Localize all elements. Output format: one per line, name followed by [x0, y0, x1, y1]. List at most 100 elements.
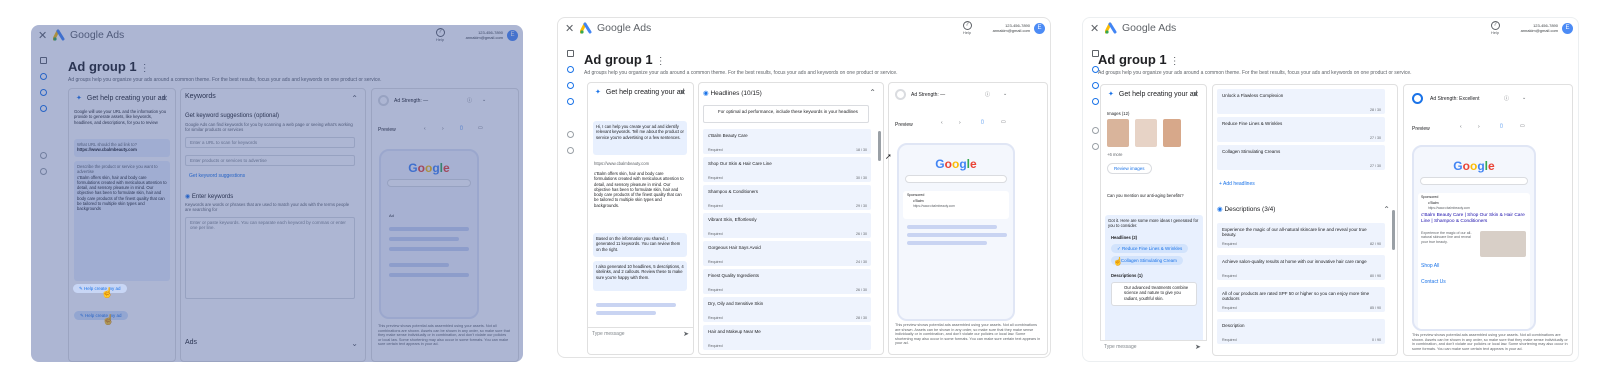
- prev-icon[interactable]: ‹: [1460, 124, 1462, 130]
- prev-icon[interactable]: ‹: [424, 126, 426, 132]
- chevron-down-icon[interactable]: ⌄: [1522, 95, 1526, 101]
- desktop-icon[interactable]: ▭: [1001, 119, 1006, 125]
- site-url: https://www.cbalmbeauty.com: [913, 204, 955, 208]
- send-icon[interactable]: ➤: [683, 330, 689, 338]
- asset-row[interactable]: Finest Quality Ingredients Required 26 / 3…: [703, 269, 871, 294]
- prev-icon[interactable]: ‹: [941, 120, 943, 126]
- help-create-button[interactable]: ✎ Help create my ad: [74, 311, 128, 320]
- more-images: +6 more: [1107, 152, 1123, 157]
- product-image[interactable]: [1163, 119, 1181, 147]
- step-check-icon[interactable]: [40, 105, 47, 112]
- required-label: Required: [708, 148, 723, 152]
- step-circle-icon[interactable]: [40, 168, 47, 175]
- chevron-down-icon[interactable]: ⌄: [1003, 91, 1007, 97]
- help-button[interactable]: ? Help: [433, 28, 447, 42]
- step-circle-icon[interactable]: [567, 131, 574, 138]
- more-icon[interactable]: ⋮: [656, 56, 666, 67]
- asset-row[interactable]: Reduce Fine Lines & Wrinkles 27 / 30: [1217, 117, 1385, 142]
- help-button[interactable]: ? Help: [960, 21, 974, 35]
- asset-row[interactable]: Hair and Makeup Near Me Required: [703, 325, 871, 350]
- asset-row[interactable]: Collagen Stimulating Creams 27 / 30: [1217, 145, 1385, 170]
- product-image[interactable]: [1107, 119, 1129, 147]
- chevron-up-icon[interactable]: ⌃: [869, 88, 876, 97]
- asset-row[interactable]: Shop Our Skin & Hair Care Line Required 30…: [703, 157, 871, 182]
- avatar[interactable]: E: [1034, 23, 1045, 34]
- close-icon[interactable]: ✕: [1192, 90, 1199, 99]
- asset-row[interactable]: All of our products are rated SPF 50 or …: [1217, 287, 1385, 312]
- step-check-icon[interactable]: [40, 89, 47, 96]
- product-image[interactable]: [1135, 119, 1157, 147]
- url-scan-input[interactable]: Enter a URL to scan for keywords: [185, 137, 355, 148]
- step-check-icon[interactable]: [1092, 98, 1099, 105]
- sitelink[interactable]: Shop All: [1421, 263, 1439, 269]
- avatar[interactable]: E: [1562, 23, 1573, 34]
- next-icon[interactable]: ›: [442, 126, 444, 132]
- message-input[interactable]: Type message: [1100, 340, 1207, 356]
- rail-icon[interactable]: [40, 57, 47, 64]
- description-field[interactable]: Describe the product or service you want…: [74, 161, 170, 281]
- chevron-up-icon[interactable]: ⌃: [1383, 205, 1390, 214]
- products-input[interactable]: Enter products or services to advertise: [185, 155, 355, 166]
- asset-row[interactable]: Gorgeous Hair Says Avoid Required 24 / 30: [703, 241, 871, 266]
- step-check-icon[interactable]: [567, 66, 574, 73]
- close-icon[interactable]: ✕: [679, 88, 686, 97]
- mobile-icon[interactable]: ▯: [981, 119, 984, 125]
- scrollbar[interactable]: [878, 131, 881, 161]
- asset-row[interactable]: Vibrant Skin, Effortlessly Required 26 / 3…: [703, 213, 871, 238]
- suggestions-title: Get keyword suggestions (optional): [185, 113, 280, 119]
- step-check-icon[interactable]: [567, 82, 574, 89]
- more-icon[interactable]: ⋮: [140, 63, 150, 74]
- help-create-button-highlight[interactable]: ✎ Help create my ad: [73, 284, 127, 293]
- account-info[interactable]: 123-456-7890 annakim@gmail.com: [1521, 23, 1558, 33]
- asset-row[interactable]: Unlock a Flawless Complexion 28 / 30: [1217, 89, 1385, 114]
- close-icon[interactable]: ✕: [565, 23, 574, 35]
- account-info[interactable]: 123-456-7890 annakim@gmail.com: [466, 30, 503, 40]
- keywords-textarea[interactable]: Enter or paste keywords. You can separat…: [185, 217, 355, 299]
- close-icon[interactable]: ✕: [1090, 23, 1099, 35]
- chevron-down-icon[interactable]: ⌄: [351, 339, 358, 348]
- step-check-icon[interactable]: [1092, 82, 1099, 89]
- add-headlines-button[interactable]: + Add headlines: [1219, 181, 1255, 187]
- step-circle-icon[interactable]: [40, 152, 47, 159]
- more-icon[interactable]: ⋮: [1170, 56, 1180, 67]
- chevron-up-icon[interactable]: ⌃: [351, 94, 358, 103]
- help-icon[interactable]: ⓘ: [467, 97, 472, 104]
- message-input[interactable]: Type message: [588, 327, 693, 343]
- asset-row[interactable]: Shampoo & Conditioners Required 29 / 30: [703, 185, 871, 210]
- account-email: annakim@gmail.com: [1520, 28, 1558, 33]
- help-icon[interactable]: ⓘ: [1504, 95, 1509, 102]
- avatar[interactable]: E: [507, 30, 518, 41]
- asset-row[interactable]: Achieve salon-quality results at home wi…: [1217, 255, 1385, 280]
- sitelink[interactable]: Contact Us: [1421, 279, 1446, 285]
- step-check-icon[interactable]: [567, 98, 574, 105]
- desktop-icon[interactable]: ▭: [1520, 123, 1525, 129]
- description-suggestion[interactable]: Our advanced treatments combine science …: [1111, 282, 1197, 306]
- mobile-icon[interactable]: ▯: [1500, 123, 1503, 129]
- step-circle-icon[interactable]: [567, 147, 574, 154]
- asset-row[interactable]: Experience the magic of our all-natural …: [1217, 223, 1385, 248]
- next-icon[interactable]: ›: [1478, 124, 1480, 130]
- review-images-button[interactable]: Review images: [1107, 163, 1152, 174]
- step-circle-icon[interactable]: [1092, 143, 1099, 150]
- close-icon[interactable]: ✕: [161, 94, 168, 103]
- help-icon[interactable]: ⓘ: [985, 91, 990, 98]
- asset-text: Finest Quality Ingredients: [708, 273, 760, 278]
- rail-icon[interactable]: [567, 50, 574, 57]
- help-button[interactable]: ? Help: [1488, 21, 1502, 35]
- step-check-icon[interactable]: [40, 73, 47, 80]
- next-icon[interactable]: ›: [959, 120, 961, 126]
- page-title: Ad group 1 ⋮: [68, 59, 150, 74]
- mobile-icon[interactable]: ▯: [460, 125, 463, 131]
- chevron-down-icon[interactable]: ⌄: [482, 97, 486, 103]
- account-info[interactable]: 123-456-7890 annakim@gmail.com: [993, 23, 1030, 33]
- close-icon[interactable]: ✕: [38, 30, 47, 42]
- asset-row[interactable]: c'Balm Beauty Care Required 18 / 30: [703, 129, 871, 154]
- asset-row[interactable]: Description Required 0 / 90: [1217, 319, 1385, 344]
- desktop-icon[interactable]: ▭: [478, 125, 483, 131]
- url-field[interactable]: What URL should the ad link to? https://w…: [74, 139, 170, 157]
- scrollbar[interactable]: [1392, 210, 1395, 250]
- asset-row[interactable]: Dry, Oily and Sensitive Skin Required 28 /…: [703, 297, 871, 322]
- suggestion-chip[interactable]: ✓ Reduce Fine Lines & Wrinkles: [1111, 244, 1189, 253]
- step-circle-icon[interactable]: [1092, 127, 1099, 134]
- get-suggestions-button[interactable]: Get keyword suggestions: [189, 173, 245, 179]
